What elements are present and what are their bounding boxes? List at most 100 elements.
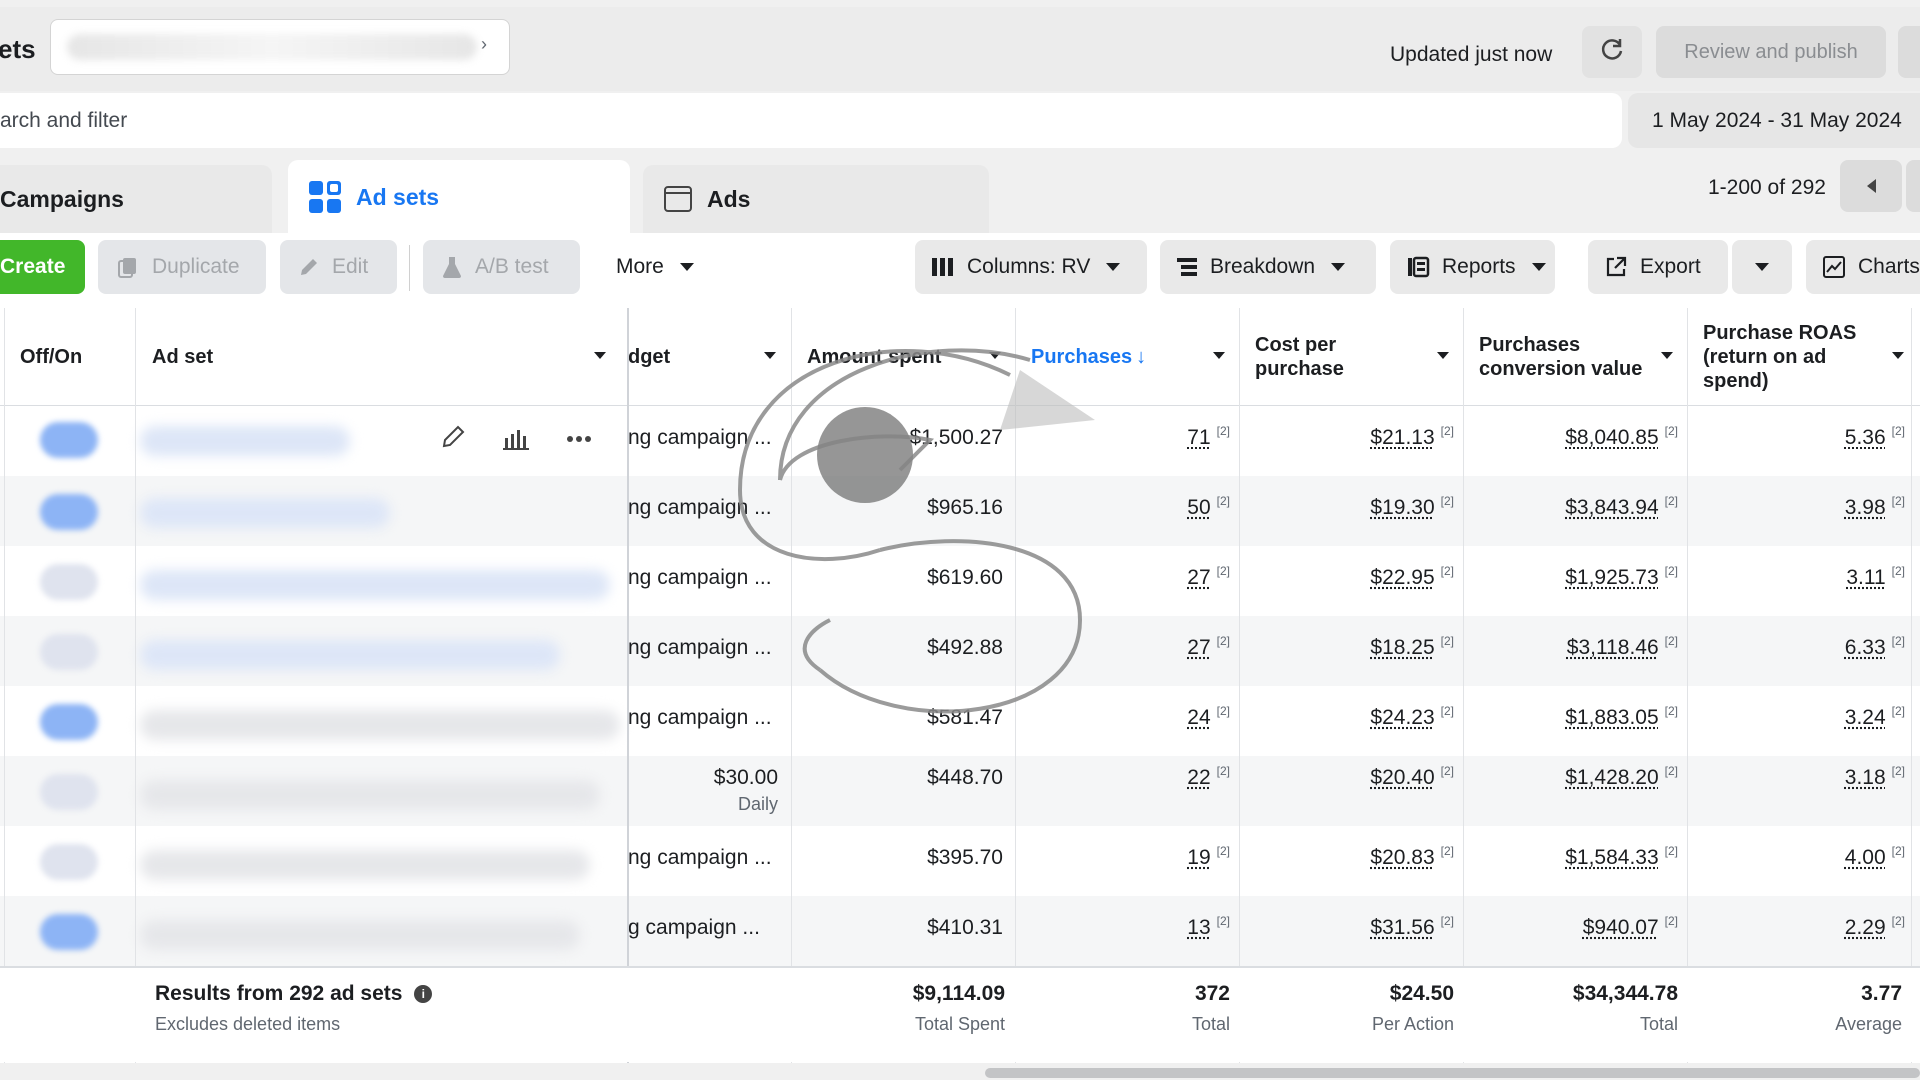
footnote: [2] [1891, 494, 1905, 508]
ad-set-name-redacted[interactable] [140, 920, 580, 950]
previous-page-button[interactable] [1840, 160, 1902, 212]
roas-cell[interactable]: 3.18 [2] [1712, 764, 1905, 790]
cost-per-purchase-cell[interactable]: $24.23 [2] [1264, 704, 1454, 730]
row-toggle[interactable] [40, 634, 98, 670]
cost-per-purchase-cell[interactable]: $18.25 [2] [1264, 634, 1454, 660]
caret-down-icon [1106, 263, 1121, 271]
search-input[interactable]: arch and filter [0, 109, 127, 133]
footnote: [2] [1891, 914, 1905, 928]
row-toggle[interactable] [40, 844, 98, 880]
next-page-button[interactable] [1906, 160, 1920, 212]
conversion-value: $1,925.73 [1565, 566, 1659, 589]
account-selector[interactable]: › [50, 19, 510, 75]
review-publish-button[interactable]: Review and publish [1656, 26, 1886, 78]
conversion-value-cell[interactable]: $1,925.73 [2] [1488, 564, 1678, 590]
purchases-cell[interactable]: 19 [2] [1040, 844, 1230, 870]
row-toggle[interactable] [40, 494, 98, 530]
conversion-value: $1,428.20 [1565, 766, 1659, 789]
cost-per-purchase-cell[interactable]: $31.56 [2] [1264, 914, 1454, 940]
column-header-offon[interactable]: Off/On [20, 308, 130, 406]
cost-per-purchase-cell[interactable]: $21.13 [2] [1264, 424, 1454, 450]
ad-set-name-redacted[interactable] [140, 498, 390, 528]
horizontal-scrollbar[interactable] [985, 1068, 1920, 1078]
more-options-icon[interactable] [566, 431, 592, 449]
footnote: [2] [1440, 704, 1454, 718]
roas-cell[interactable]: 4.00 [2] [1712, 844, 1905, 870]
columns-button[interactable]: Columns: RV [915, 240, 1147, 294]
more-button[interactable]: More [604, 240, 704, 294]
cost-per-purchase-cell[interactable]: $20.40 [2] [1264, 764, 1454, 790]
column-header-conversion-value[interactable]: Purchases conversion value [1479, 308, 1687, 406]
ad-set-name-redacted[interactable] [140, 640, 560, 670]
roas-cell[interactable]: 2.29 [2] [1712, 914, 1905, 940]
date-range-picker[interactable]: 1 May 2024 - 31 May 2024 [1628, 93, 1920, 148]
search-filter-bar[interactable]: arch and filter [0, 93, 1622, 148]
tab-ad-sets[interactable]: Ad sets [288, 160, 630, 234]
info-icon[interactable]: i [414, 985, 433, 1004]
summary-purchases-label: Total [1191, 1014, 1230, 1034]
footnote: [2] [1440, 764, 1454, 778]
ab-test-button[interactable]: A/B test [423, 240, 580, 294]
column-header-offon-label: Off/On [20, 346, 83, 368]
duplicate-button[interactable]: Duplicate [98, 240, 266, 294]
export-options-button[interactable] [1732, 240, 1792, 294]
purchases-value: 71 [1187, 426, 1211, 449]
row-toggle[interactable] [40, 422, 98, 458]
cost-per-purchase-value: $22.95 [1370, 566, 1435, 589]
row-toggle[interactable] [40, 564, 98, 600]
column-header-cost-per-purchase[interactable]: Cost per purchase [1255, 308, 1463, 406]
purchases-cell[interactable]: 13 [2] [1040, 914, 1230, 940]
bar-chart-icon[interactable] [502, 424, 530, 455]
overflow-button[interactable] [1898, 26, 1920, 78]
edit-button[interactable]: Edit [280, 240, 397, 294]
caret-down-icon [679, 263, 694, 271]
tab-ads[interactable]: Ads [643, 165, 989, 233]
table-row[interactable]: ng campaign ... $395.70 19 [2] $20.83 [2] … [0, 826, 1920, 896]
column-header-adset[interactable]: Ad set [152, 308, 620, 406]
roas-cell[interactable]: 3.24 [2] [1712, 704, 1905, 730]
table-row[interactable]: g campaign ... $410.31 13 [2] $31.56 [2] $… [0, 896, 1920, 966]
pencil-icon[interactable] [440, 424, 466, 455]
conversion-value-cell[interactable]: $8,040.85 [2] [1488, 424, 1678, 450]
ad-set-name-redacted[interactable] [140, 570, 610, 600]
reports-button[interactable]: Reports [1390, 240, 1555, 294]
ad-set-name-redacted[interactable] [140, 780, 600, 810]
column-header-roas[interactable]: Purchase ROAS (return on ad spend) [1703, 308, 1918, 406]
ad-set-name-redacted[interactable] [140, 426, 350, 456]
tab-campaigns[interactable]: Campaigns [0, 165, 272, 233]
export-button[interactable]: Export [1588, 240, 1728, 294]
account-name-redacted [67, 34, 477, 60]
row-toggle[interactable] [40, 774, 98, 810]
ad-set-name-redacted[interactable] [140, 710, 620, 740]
cost-per-purchase-cell[interactable]: $20.83 [2] [1264, 844, 1454, 870]
conversion-value-cell[interactable]: $3,118.46 [2] [1488, 634, 1678, 660]
cost-per-purchase-cell[interactable]: $22.95 [2] [1264, 564, 1454, 590]
create-button[interactable]: Create [0, 240, 85, 294]
conversion-value-cell[interactable]: $1,883.05 [2] [1488, 704, 1678, 730]
caret-down-icon [1331, 263, 1346, 271]
roas-cell[interactable]: 3.98 [2] [1712, 494, 1905, 520]
breakdown-button[interactable]: Breakdown [1160, 240, 1376, 294]
roas-cell[interactable]: 5.36 [2] [1712, 424, 1905, 450]
summary-spent: $9,114.09 [912, 982, 1005, 1005]
charts-button[interactable]: Charts [1806, 240, 1920, 294]
purchases-cell[interactable]: 22 [2] [1040, 764, 1230, 790]
ad-set-name-redacted[interactable] [140, 850, 590, 880]
cost-per-purchase-value: $19.30 [1370, 496, 1435, 519]
conversion-value-cell[interactable]: $940.07 [2] [1488, 914, 1678, 940]
edit-label: Edit [332, 255, 369, 278]
row-toggle[interactable] [40, 704, 98, 740]
column-header-adset-label: Ad set [152, 346, 214, 368]
cost-per-purchase-cell[interactable]: $19.30 [2] [1264, 494, 1454, 520]
conversion-value-cell[interactable]: $3,843.94 [2] [1488, 494, 1678, 520]
table-row[interactable]: $30.00 Daily $448.70 22 [2] $20.40 [2] $1,… [0, 756, 1920, 826]
refresh-button[interactable] [1582, 26, 1642, 78]
roas-cell[interactable]: 6.33 [2] [1712, 634, 1905, 660]
conversion-value-cell[interactable]: $1,428.20 [2] [1488, 764, 1678, 790]
cost-per-purchase-value: $24.23 [1370, 706, 1435, 729]
row-toggle[interactable] [40, 914, 98, 950]
column-header-roas-label: Purchase ROAS (return on ad spend) [1703, 322, 1857, 392]
roas-cell[interactable]: 3.11 [2] [1712, 564, 1905, 590]
conversion-value-cell[interactable]: $1,584.33 [2] [1488, 844, 1678, 870]
pagination-text: 1-200 of 292 [1708, 176, 1826, 199]
